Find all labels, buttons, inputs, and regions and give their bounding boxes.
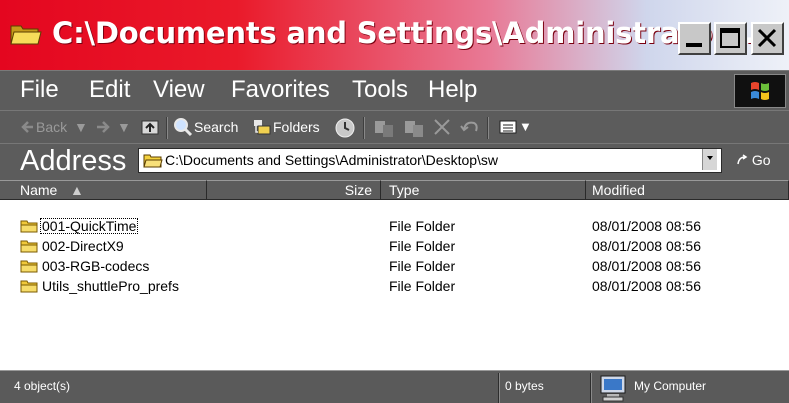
status-separator: [590, 373, 592, 403]
folder-icon: [20, 218, 39, 239]
file-row[interactable]: 001-QuickTime File Folder 08/01/2008 08:…: [0, 217, 789, 237]
go-button[interactable]: Go: [736, 152, 771, 168]
column-modified-label: Modified: [592, 182, 645, 198]
column-header-modified[interactable]: Modified: [586, 180, 789, 200]
menu-bar: File Edit View Favorites Tools Help: [0, 70, 789, 111]
minimize-button[interactable]: [678, 22, 711, 55]
status-bar: 4 object(s) 0 bytes My Computer: [0, 370, 789, 403]
search-icon: [173, 117, 193, 142]
standard-toolbar: Back ▼ ▼ Search Folders ▼: [0, 110, 789, 144]
column-size-label: Size: [344, 182, 372, 198]
up-folder-icon[interactable]: [140, 117, 160, 142]
address-bar: Address C:\Documents and Settings\Admini…: [0, 143, 789, 180]
file-row[interactable]: 003-RGB-codecs File Folder 08/01/2008 08…: [0, 257, 789, 277]
my-computer-icon: [598, 374, 628, 403]
file-modified: 08/01/2008 08:56: [592, 258, 701, 274]
folder-icon: [143, 152, 163, 174]
address-input[interactable]: C:\Documents and Settings\Administrator\…: [138, 148, 722, 173]
file-name: Utils_shuttlePro_prefs: [42, 278, 179, 294]
windows-logo-icon: [734, 74, 786, 108]
history-icon[interactable]: [334, 117, 356, 144]
menu-file[interactable]: File: [20, 76, 59, 104]
views-icon[interactable]: [498, 117, 518, 142]
copy-to-icon[interactable]: [403, 117, 425, 144]
file-row[interactable]: 002-DirectX9 File Folder 08/01/2008 08:5…: [0, 237, 789, 257]
file-modified: 08/01/2008 08:56: [592, 238, 701, 254]
status-separator: [498, 373, 500, 403]
folder-icon: [20, 258, 39, 279]
go-label: Go: [751, 152, 771, 168]
column-header-name[interactable]: Name ▲: [0, 180, 207, 200]
column-header-type[interactable]: Type: [381, 180, 586, 200]
file-type: File Folder: [389, 278, 456, 294]
menu-favorites[interactable]: Favorites: [231, 76, 330, 104]
forward-arrow-icon[interactable]: [96, 117, 112, 142]
close-button[interactable]: [751, 22, 784, 55]
menu-view[interactable]: View: [153, 76, 205, 104]
file-type: File Folder: [389, 258, 456, 274]
search-button[interactable]: Search: [194, 119, 238, 135]
file-modified: 08/01/2008 08:56: [592, 218, 701, 234]
address-path: C:\Documents and Settings\Administrator\…: [165, 152, 499, 168]
menu-tools[interactable]: Tools: [352, 76, 408, 104]
back-dropdown-icon[interactable]: ▼: [74, 119, 88, 135]
toolbar-separator: [487, 117, 489, 139]
address-label: Address: [20, 145, 127, 177]
title-bar[interactable]: C:\Documents and Settings\Administrator.…: [0, 0, 789, 70]
file-modified: 08/01/2008 08:56: [592, 278, 701, 294]
move-to-icon[interactable]: [373, 117, 395, 144]
file-name: 003-RGB-codecs: [42, 258, 150, 274]
status-zone: My Computer: [634, 379, 707, 393]
file-name: 002-DirectX9: [42, 238, 124, 254]
column-type-label: Type: [389, 182, 420, 198]
column-name-label: Name: [20, 182, 58, 198]
file-list: Name ▲ Size Type Modified 001-QuickTime …: [0, 180, 789, 370]
toolbar-separator: [166, 117, 168, 139]
window-title: C:\Documents and Settings\Administrator.…: [52, 16, 756, 50]
file-type: File Folder: [389, 218, 456, 234]
views-dropdown-icon[interactable]: ▼: [519, 119, 532, 134]
file-name: 001-QuickTime: [40, 218, 139, 234]
file-row[interactable]: Utils_shuttlePro_prefs File Folder 08/01…: [0, 277, 789, 297]
menu-edit[interactable]: Edit: [89, 76, 130, 104]
maximize-button[interactable]: [714, 22, 747, 55]
folders-icon: [252, 117, 272, 142]
sort-ascending-icon: ▲: [70, 182, 84, 198]
back-button[interactable]: Back: [36, 119, 67, 135]
folder-icon: [20, 238, 39, 259]
undo-icon[interactable]: [458, 117, 480, 142]
explorer-window: C:\Documents and Settings\Administrator.…: [0, 0, 789, 403]
column-header-size[interactable]: Size: [207, 180, 381, 200]
address-dropdown-button[interactable]: [702, 149, 717, 170]
menu-help[interactable]: Help: [428, 76, 477, 104]
toolbar-separator: [363, 117, 365, 139]
delete-icon[interactable]: [432, 117, 452, 142]
file-type: File Folder: [389, 238, 456, 254]
status-bytes: 0 bytes: [505, 379, 544, 393]
folders-button[interactable]: Folders: [273, 119, 320, 135]
folder-icon: [20, 278, 39, 299]
back-arrow-icon: [20, 117, 34, 142]
forward-dropdown-icon[interactable]: ▼: [117, 119, 131, 135]
status-object-count: 4 object(s): [14, 379, 71, 393]
folder-open-icon: [10, 22, 42, 46]
